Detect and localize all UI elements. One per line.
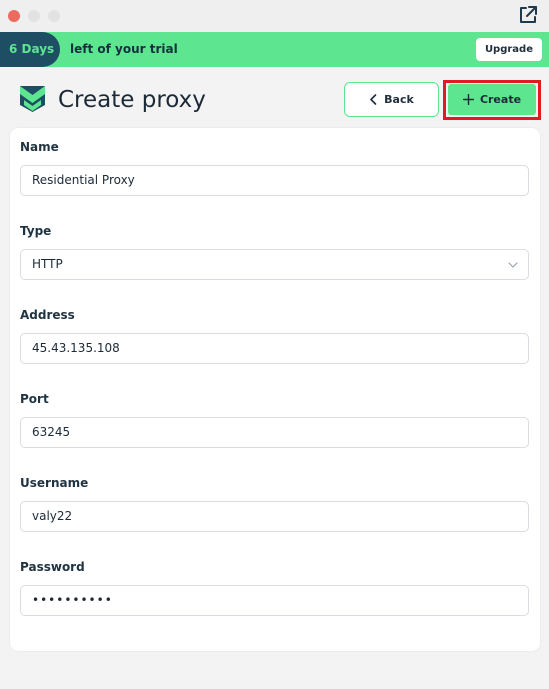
create-button[interactable]: Create (448, 84, 536, 115)
username-label: Username (20, 476, 89, 490)
minimize-window-button[interactable] (28, 10, 40, 22)
port-label: Port (20, 392, 49, 406)
page-title: Create proxy (58, 87, 206, 113)
external-link-icon[interactable] (517, 4, 539, 26)
name-input[interactable]: Residential Proxy (20, 165, 529, 196)
back-button[interactable]: Back (344, 82, 439, 117)
plus-icon (462, 94, 474, 105)
upgrade-button[interactable]: Upgrade (475, 38, 542, 61)
type-label: Type (20, 224, 52, 238)
trial-days-badge: 6 Days (0, 32, 60, 67)
password-input[interactable]: •••••••••• (20, 585, 529, 616)
title-bar (0, 0, 549, 32)
proxy-form-card: Name Residential Proxy Type HTTP Address… (10, 128, 540, 651)
trial-banner: 6 Days left of your trial Upgrade (0, 32, 549, 67)
maximize-window-button[interactable] (48, 10, 60, 22)
app-logo-icon (20, 86, 45, 112)
back-button-label: Back (384, 93, 414, 106)
port-input[interactable]: 63245 (20, 417, 529, 448)
chevron-down-icon (508, 262, 518, 268)
trial-text: left of your trial (70, 42, 178, 56)
type-select-value: HTTP (32, 257, 63, 271)
close-window-button[interactable] (8, 10, 20, 22)
username-input[interactable]: valy22 (20, 501, 529, 532)
create-button-label: Create (479, 93, 522, 106)
address-label: Address (20, 308, 75, 322)
name-label: Name (20, 140, 59, 154)
address-input[interactable]: 45.43.135.108 (20, 333, 529, 364)
password-label: Password (20, 560, 85, 574)
type-select[interactable]: HTTP (20, 249, 529, 280)
chevron-left-icon (370, 94, 377, 105)
